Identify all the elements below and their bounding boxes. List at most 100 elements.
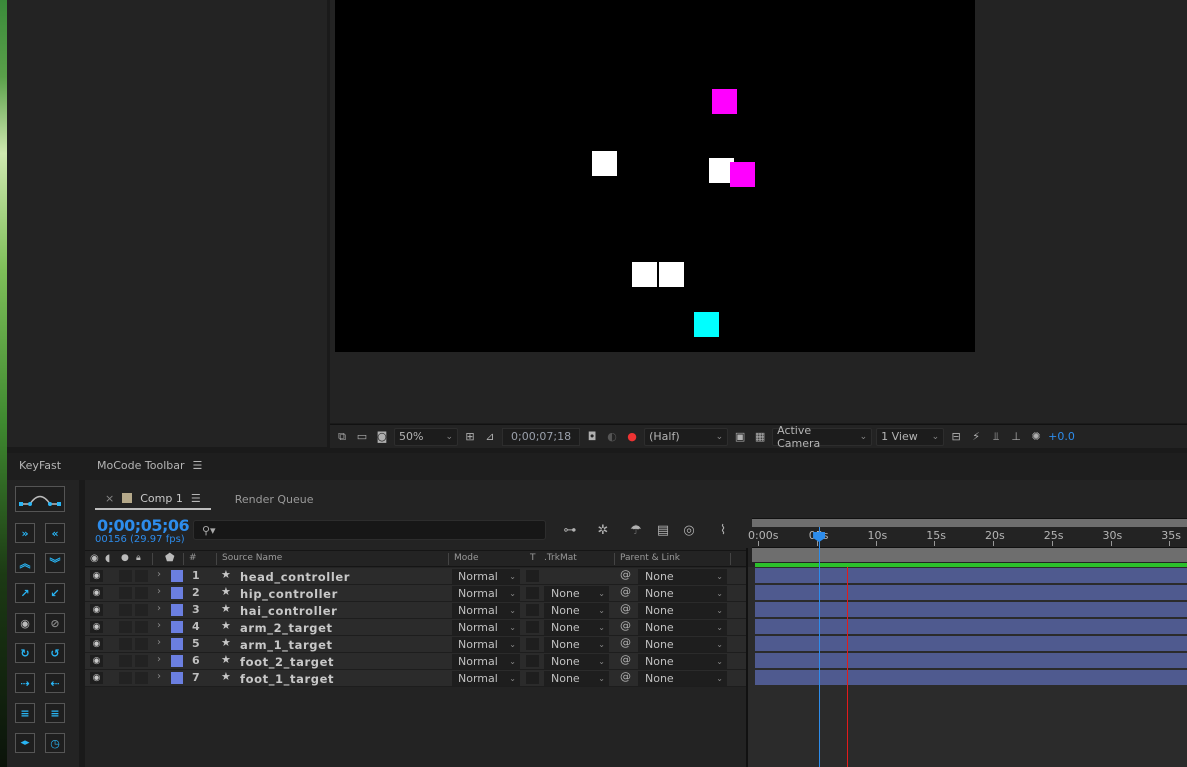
- label-color-swatch[interactable]: [171, 638, 183, 650]
- panel-menu-icon[interactable]: ☰: [193, 459, 203, 472]
- layer-row[interactable]: ◉ › 5 ★ arm_1_target Normal ⌄ None ⌄ @ None ⌄: [85, 636, 747, 653]
- white-square-left[interactable]: [592, 151, 617, 176]
- white-square-bottom-right[interactable]: [659, 262, 684, 287]
- safe-margins-icon[interactable]: ⊞: [462, 429, 478, 445]
- preserve-transparency-checkbox[interactable]: [526, 672, 539, 684]
- lock-switch[interactable]: [135, 570, 148, 582]
- prev-key-button[interactable]: «: [45, 523, 65, 543]
- ease-curve-button[interactable]: [15, 486, 65, 512]
- mirror-button[interactable]: ◂▸: [15, 733, 35, 753]
- next-key-button[interactable]: »: [15, 523, 35, 543]
- parent-dropdown[interactable]: None ⌄: [638, 569, 727, 584]
- hide-button[interactable]: ⊘: [45, 613, 65, 633]
- graph-editor-icon[interactable]: ⌇: [714, 522, 732, 538]
- chevron-right-icon[interactable]: ›: [157, 620, 161, 631]
- blend-mode-dropdown[interactable]: Normal ⌄: [452, 569, 520, 584]
- parent-dropdown[interactable]: None ⌄: [638, 671, 727, 686]
- label-color-swatch[interactable]: [171, 570, 183, 582]
- shift-left-button[interactable]: ⇠: [45, 673, 65, 693]
- lock-icon[interactable]: 🔒︎: [136, 553, 141, 563]
- track-matte-dropdown[interactable]: None ⌄: [544, 603, 609, 618]
- shift-right-button[interactable]: ⇢: [15, 673, 35, 693]
- chevron-right-icon[interactable]: ›: [157, 569, 161, 580]
- pick-whip-icon[interactable]: @: [620, 568, 631, 581]
- eye-icon[interactable]: ◉: [90, 621, 103, 633]
- layer-row[interactable]: ◉ › 3 ★ hai_controller Normal ⌄ None ⌄ @ None ⌄: [85, 602, 747, 619]
- magenta-square-top[interactable]: [712, 89, 737, 114]
- current-time-indicator[interactable]: [819, 527, 821, 767]
- mocode-toolbar-tab[interactable]: MoCode Toolbar ☰: [85, 453, 485, 478]
- blend-mode-dropdown[interactable]: Normal ⌄: [452, 603, 520, 618]
- timeline-icon[interactable]: ⫫: [988, 429, 1004, 445]
- preserve-transparency-checkbox[interactable]: [526, 570, 539, 582]
- col-trkmat[interactable]: .TrkMat: [544, 553, 577, 563]
- solo-switch[interactable]: [119, 655, 132, 667]
- pick-whip-icon[interactable]: @: [620, 636, 631, 649]
- keyfast-panel-tab[interactable]: KeyFast: [7, 453, 79, 478]
- label-color-swatch[interactable]: [171, 604, 183, 616]
- chevron-right-icon[interactable]: ›: [157, 637, 161, 648]
- exposure-value[interactable]: +0.0: [1048, 430, 1075, 443]
- layer-name[interactable]: foot_1_target: [240, 672, 334, 686]
- fast-previews-icon[interactable]: ⚡: [968, 429, 984, 445]
- pick-whip-icon[interactable]: @: [620, 602, 631, 615]
- layer-row[interactable]: ◉ › 1 ★ head_controller Normal ⌄ @ None ⌄: [85, 568, 747, 585]
- chevron-right-icon[interactable]: ›: [157, 671, 161, 682]
- show-button[interactable]: ◉: [15, 613, 35, 633]
- layer-row[interactable]: ◉ › 2 ★ hip_controller Normal ⌄ None ⌄ @ None ⌄: [85, 585, 747, 602]
- resolution-dropdown[interactable]: (Half) ⌄: [644, 427, 729, 446]
- track-matte-dropdown[interactable]: None ⌄: [544, 671, 609, 686]
- close-icon[interactable]: ×: [105, 492, 114, 505]
- lock-switch[interactable]: [135, 587, 148, 599]
- frame-blending-icon[interactable]: ▤: [654, 522, 672, 538]
- col-source-name[interactable]: Source Name: [222, 553, 282, 563]
- lock-switch[interactable]: [135, 604, 148, 616]
- region-of-interest-icon[interactable]: ▣: [732, 429, 748, 445]
- lock-switch[interactable]: [135, 621, 148, 633]
- pick-whip-icon[interactable]: @: [620, 653, 631, 666]
- preserve-transparency-checkbox[interactable]: [526, 655, 539, 667]
- export-out-button[interactable]: ↗: [15, 583, 35, 603]
- solo-switch[interactable]: [119, 638, 132, 650]
- col-hash[interactable]: #: [189, 553, 197, 563]
- audio-icon[interactable]: ◖: [105, 553, 110, 564]
- blend-mode-dropdown[interactable]: Normal ⌄: [452, 586, 520, 601]
- composition-canvas[interactable]: [335, 0, 975, 352]
- blend-mode-dropdown[interactable]: Normal ⌄: [452, 671, 520, 686]
- white-square-bottom-left[interactable]: [632, 262, 657, 287]
- layer-name[interactable]: arm_2_target: [240, 621, 333, 635]
- track-matte-dropdown[interactable]: None ⌄: [544, 654, 609, 669]
- label-color-swatch[interactable]: [171, 621, 183, 633]
- eye-icon[interactable]: ◉: [90, 604, 103, 616]
- align-right-button[interactable]: ≡: [15, 703, 35, 723]
- clock-button[interactable]: ◷: [45, 733, 65, 753]
- layer-name[interactable]: foot_2_target: [240, 655, 334, 669]
- layer-row[interactable]: ◉ › 7 ★ foot_1_target Normal ⌄ None ⌄ @ None ⌄: [85, 670, 747, 687]
- lock-switch[interactable]: [135, 638, 148, 650]
- solo-switch[interactable]: [119, 570, 132, 582]
- layer-name[interactable]: head_controller: [240, 570, 350, 584]
- pick-whip-icon[interactable]: @: [620, 585, 631, 598]
- blend-mode-dropdown[interactable]: Normal ⌄: [452, 637, 520, 652]
- track-matte-dropdown[interactable]: None ⌄: [544, 586, 609, 601]
- toggle-pixel-aspect-icon[interactable]: ⊟: [948, 429, 964, 445]
- chevron-right-icon[interactable]: ›: [157, 603, 161, 614]
- solo-switch[interactable]: [119, 672, 132, 684]
- parent-dropdown[interactable]: None ⌄: [638, 586, 727, 601]
- transparency-grid-icon[interactable]: ▦: [752, 429, 768, 445]
- import-in-button[interactable]: ↙: [45, 583, 65, 603]
- solo-switch[interactable]: [119, 621, 132, 633]
- layer-name[interactable]: hip_controller: [240, 587, 338, 601]
- rotate-ccw-button[interactable]: ↺: [45, 643, 65, 663]
- label-color-swatch[interactable]: [171, 655, 183, 667]
- monitor-icon[interactable]: ▭: [354, 429, 370, 445]
- solo-icon[interactable]: ●: [121, 553, 129, 563]
- parent-dropdown[interactable]: None ⌄: [638, 637, 727, 652]
- label-color-swatch[interactable]: [171, 672, 183, 684]
- chevron-right-icon[interactable]: ›: [157, 654, 161, 665]
- track-matte-dropdown[interactable]: None ⌄: [544, 620, 609, 635]
- align-left-button[interactable]: ≡: [45, 703, 65, 723]
- eye-icon[interactable]: ◉: [90, 638, 103, 650]
- solo-switch[interactable]: [119, 604, 132, 616]
- current-time-display[interactable]: 0;00;05;06: [97, 516, 190, 535]
